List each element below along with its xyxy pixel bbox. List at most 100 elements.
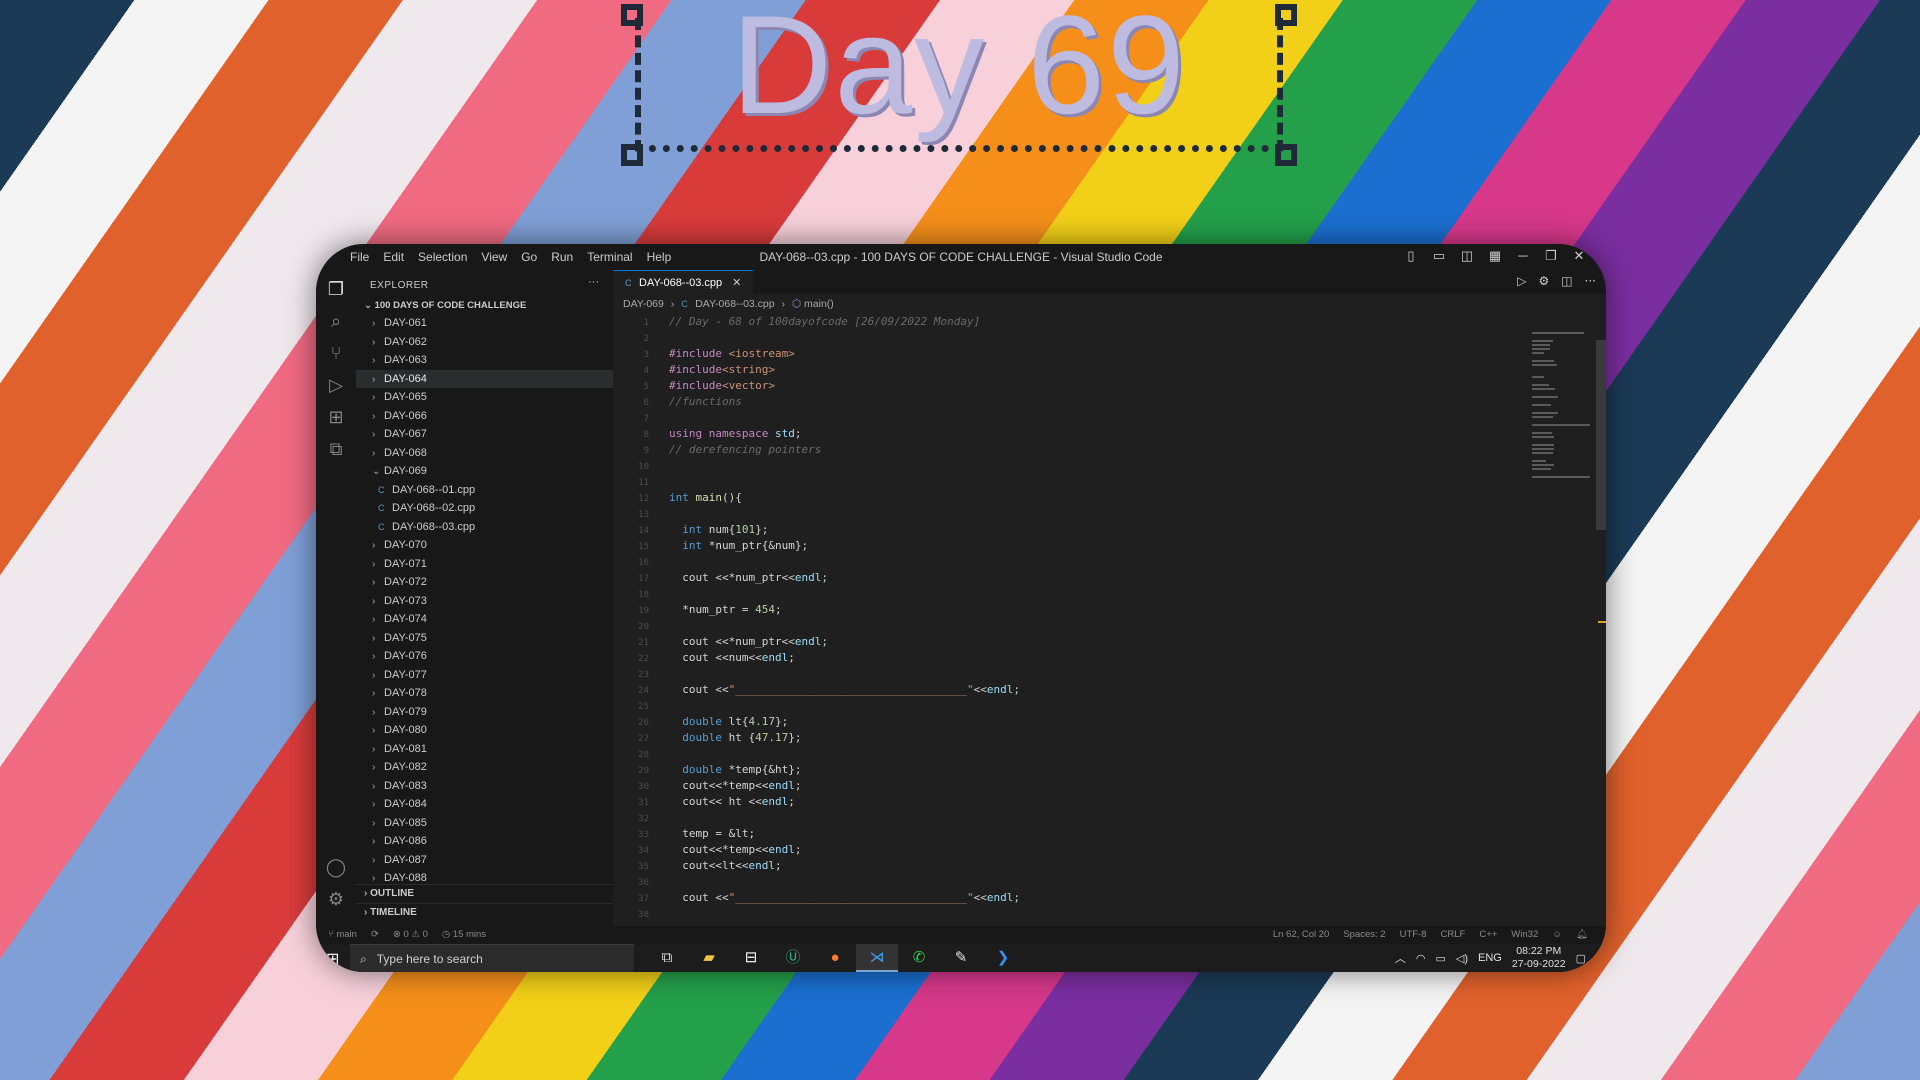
code-line[interactable]: 28 <box>613 746 1543 762</box>
breadcrumb-folder[interactable]: DAY-069 <box>623 298 664 310</box>
code-line[interactable]: 2 <box>613 330 1543 346</box>
chevron-up-icon[interactable]: ︿ <box>1395 950 1406 966</box>
code-line[interactable]: 35 cout<<lt<<endl; <box>613 858 1543 874</box>
python-icon[interactable]: ⧉ <box>324 438 348 462</box>
whatsapp-icon[interactable]: ✆ <box>898 944 940 972</box>
code-line[interactable]: 5 #include<vector> <box>613 378 1543 394</box>
app-icon[interactable]: ❯ <box>982 944 1024 972</box>
code-line[interactable]: 24 cout <<"_____________________________… <box>613 682 1543 698</box>
platform[interactable]: Win32 <box>1511 926 1538 944</box>
line-ending[interactable]: CRLF <box>1441 926 1466 944</box>
folder-item[interactable]: › DAY-063 <box>356 351 613 370</box>
file-item[interactable]: C DAY-068--01.cpp <box>356 481 613 500</box>
code-line[interactable]: 9 // derefencing pointers <box>613 442 1543 458</box>
gear-icon[interactable]: ⚙ <box>1538 274 1549 288</box>
vertical-scrollbar[interactable] <box>1596 340 1606 530</box>
file-item[interactable]: C DAY-068--02.cpp <box>356 499 613 518</box>
code-line[interactable]: 6 //functions <box>613 394 1543 410</box>
cursor-position[interactable]: Ln 62, Col 20 <box>1273 926 1330 944</box>
code-line[interactable]: 34 cout<<*temp<<endl; <box>613 842 1543 858</box>
folder-item[interactable]: › DAY-065 <box>356 388 613 407</box>
more-actions-button[interactable]: ··· <box>588 276 599 288</box>
outline-section[interactable]: › OUTLINE <box>356 884 621 903</box>
taskbar-search[interactable]: ⌕ Type here to search <box>350 944 634 972</box>
code-line[interactable]: 14 int num{101}; <box>613 522 1543 538</box>
code-line[interactable]: 18 <box>613 586 1543 602</box>
minimap[interactable] <box>1532 330 1592 478</box>
folder-item[interactable]: › DAY-086 <box>356 832 613 851</box>
split-editor-icon[interactable]: ◫ <box>1561 274 1572 288</box>
folder-item[interactable]: › DAY-084 <box>356 795 613 814</box>
minimize-button[interactable]: ─ <box>1516 248 1530 264</box>
folder-item[interactable]: › DAY-079 <box>356 703 613 722</box>
folder-item[interactable]: ⌄ DAY-069 <box>356 462 613 481</box>
folder-item[interactable]: › DAY-066 <box>356 407 613 426</box>
breadcrumb-file[interactable]: DAY-068--03.cpp <box>695 298 774 310</box>
battery-icon[interactable]: ▭ <box>1436 952 1446 965</box>
code-line[interactable]: 19 *num_ptr = 454; <box>613 602 1543 618</box>
search-icon[interactable]: ⌕ <box>324 310 348 334</box>
code-line[interactable]: 12 int main(){ <box>613 490 1543 506</box>
code-line[interactable]: 27 double ht {47.17}; <box>613 730 1543 746</box>
folder-item[interactable]: › DAY-087 <box>356 851 613 870</box>
folder-item[interactable]: › DAY-077 <box>356 666 613 685</box>
close-button[interactable]: ✕ <box>1572 248 1586 264</box>
folder-item[interactable]: › DAY-078 <box>356 684 613 703</box>
folder-item[interactable]: › DAY-085 <box>356 814 613 833</box>
code-line[interactable]: 22 cout <<num<<endl; <box>613 650 1543 666</box>
timeline-section[interactable]: › TIMELINE <box>356 903 621 922</box>
code-line[interactable]: 13 <box>613 506 1543 522</box>
layout-toggle-icon[interactable]: ▯ <box>1404 248 1418 264</box>
folder-item[interactable]: › DAY-073 <box>356 592 613 611</box>
folder-item[interactable]: › DAY-062 <box>356 333 613 352</box>
paint-icon[interactable]: ✎ <box>940 944 982 972</box>
problems-status[interactable]: ⊗ 0 ⚠ 0 <box>393 926 428 944</box>
restore-button[interactable]: ❐ <box>1544 248 1558 264</box>
sync-icon[interactable]: ⟳ <box>371 926 379 944</box>
code-line[interactable]: 16 <box>613 554 1543 570</box>
firefox-icon[interactable]: ● <box>814 944 856 972</box>
code-line[interactable]: 21 cout <<*num_ptr<<endl; <box>613 634 1543 650</box>
code-line[interactable]: 37 cout <<"_____________________________… <box>613 890 1543 906</box>
bell-icon[interactable]: 🔔︎ <box>1576 926 1588 944</box>
code-line[interactable]: 7 <box>613 410 1543 426</box>
project-root[interactable]: ⌄ 100 DAYS OF CODE CHALLENGE <box>364 300 526 311</box>
language-mode[interactable]: C++ <box>1479 926 1497 944</box>
code-line[interactable]: 25 <box>613 698 1543 714</box>
folder-item[interactable]: › DAY-067 <box>356 425 613 444</box>
code-line[interactable]: 36 <box>613 874 1543 890</box>
breadcrumb-symbol[interactable]: main() <box>804 298 834 310</box>
code-line[interactable]: 33 temp = &lt; <box>613 826 1543 842</box>
code-line[interactable]: 26 double lt{4.17}; <box>613 714 1543 730</box>
folder-item[interactable]: › DAY-082 <box>356 758 613 777</box>
code-line[interactable]: 10 <box>613 458 1543 474</box>
windows-start-icon[interactable]: ⊞ <box>326 949 339 969</box>
folder-item[interactable]: › DAY-081 <box>356 740 613 759</box>
folder-item[interactable]: › DAY-075 <box>356 629 613 648</box>
code-line[interactable]: 30 cout<<*temp<<endl; <box>613 778 1543 794</box>
extensions-icon[interactable]: ⊞ <box>324 406 348 430</box>
split-icon[interactable]: ◫ <box>1460 248 1474 264</box>
code-line[interactable]: 15 int *num_ptr{&num}; <box>613 538 1543 554</box>
folder-item[interactable]: › DAY-076 <box>356 647 613 666</box>
clock[interactable]: 08:22 PM 27-09-2022 <box>1512 945 1566 971</box>
code-line[interactable]: 31 cout<< ht <<endl; <box>613 794 1543 810</box>
more-icon[interactable]: ··· <box>1585 274 1596 288</box>
feedback-icon[interactable]: ☺ <box>1552 926 1562 944</box>
folder-item[interactable]: › DAY-080 <box>356 721 613 740</box>
code-line[interactable]: 11 <box>613 474 1543 490</box>
folder-item[interactable]: › DAY-070 <box>356 536 613 555</box>
code-line[interactable]: 17 cout <<*num_ptr<<endl; <box>613 570 1543 586</box>
panel-toggle-icon[interactable]: ▭ <box>1432 248 1446 264</box>
task-view-icon[interactable]: ⧉ <box>646 944 688 972</box>
folder-item[interactable]: › DAY-083 <box>356 777 613 796</box>
code-view[interactable]: 1 // Day - 68 of 100dayofcode [26/09/2022… <box>613 314 1543 922</box>
branch-status[interactable]: ⑂ main <box>328 926 357 944</box>
source-control-icon[interactable]: ⑂ <box>324 342 348 366</box>
encoding[interactable]: UTF-8 <box>1400 926 1427 944</box>
folder-item[interactable]: › DAY-064 <box>356 369 613 388</box>
folder-item[interactable]: › DAY-074 <box>356 610 613 629</box>
run-icon[interactable]: ▷ <box>1517 274 1526 288</box>
customize-layout-icon[interactable]: ▦ <box>1488 248 1502 264</box>
code-line[interactable]: 32 <box>613 810 1543 826</box>
